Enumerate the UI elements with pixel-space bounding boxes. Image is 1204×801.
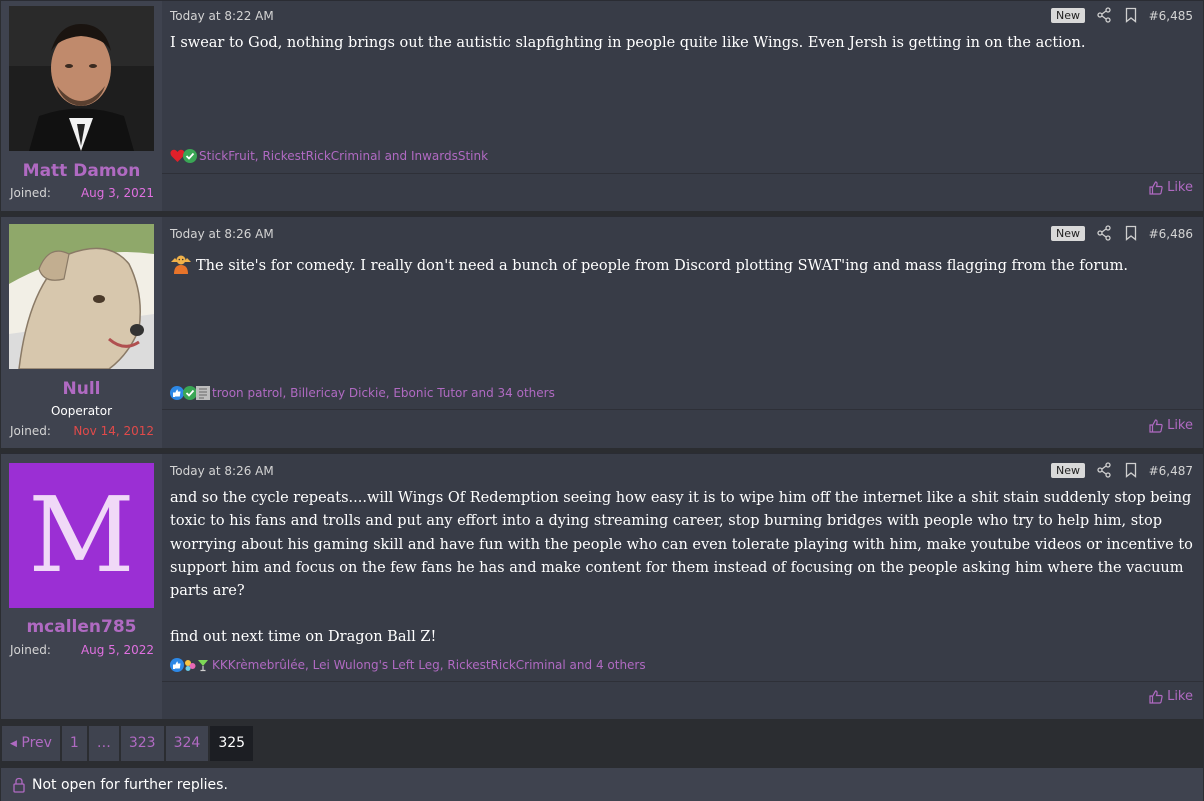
post-number[interactable]: #6,485 xyxy=(1149,9,1193,23)
post: Matt Damon Joined: Aug 3, 2021 Today at … xyxy=(1,0,1203,211)
like-label: Like xyxy=(1167,180,1193,195)
reaction-icons xyxy=(170,658,209,672)
message-paragraph: The site's for comedy. I really don't ne… xyxy=(170,254,1195,278)
newspaper-icon xyxy=(196,386,210,400)
joined-label: Joined: xyxy=(10,424,51,438)
share-icon[interactable] xyxy=(1097,7,1111,23)
lock-icon xyxy=(13,777,25,793)
post-divider xyxy=(162,681,1203,682)
like-icon xyxy=(1149,418,1163,433)
username[interactable]: Matt Damon xyxy=(1,161,162,181)
post-message: I swear to God, nothing brings out the a… xyxy=(170,32,1195,55)
like-button[interactable]: Like xyxy=(1149,689,1193,704)
username[interactable]: mcallen785 xyxy=(1,617,162,637)
shrug-emoji-icon xyxy=(171,255,191,274)
thumbs-up-icon xyxy=(170,386,184,400)
page-ellipsis[interactable]: … xyxy=(88,726,119,761)
post-main: Today at 8:22 AM New #6,485 I swear to G… xyxy=(162,1,1203,211)
thumbs-up-icon xyxy=(170,658,184,672)
like-label: Like xyxy=(1167,418,1193,433)
post-user-panel: M mcallen785 Joined: Aug 5, 2022 xyxy=(1,454,162,719)
prev-label: Prev xyxy=(21,735,52,751)
like-label: Like xyxy=(1167,689,1193,704)
joined-date: Aug 3, 2021 xyxy=(80,186,154,200)
user-title: Ooperator xyxy=(50,404,113,418)
check-icon xyxy=(183,149,197,163)
post-number[interactable]: #6,487 xyxy=(1149,464,1193,478)
reactions-bar[interactable]: troon patrol, Billericay Dickie, Ebonic … xyxy=(170,386,555,400)
page-link[interactable]: 1 xyxy=(61,726,87,761)
new-badge: New xyxy=(1051,463,1085,478)
joined-label: Joined: xyxy=(10,186,51,200)
like-button[interactable]: Like xyxy=(1149,418,1193,433)
current-page[interactable]: 325 xyxy=(210,726,254,761)
pagination: ◀ Prev 1 … 323 324 325 xyxy=(2,726,255,761)
post-number[interactable]: #6,486 xyxy=(1149,227,1193,241)
avatar[interactable] xyxy=(9,224,154,369)
avatar[interactable]: M xyxy=(9,463,154,608)
bookmark-icon[interactable] xyxy=(1125,462,1137,478)
share-icon[interactable] xyxy=(1097,225,1111,241)
post-main: Today at 8:26 AM New #6,486 The site's f… xyxy=(162,217,1203,448)
post: Null Ooperator Joined: Nov 14, 2012 Toda… xyxy=(1,216,1203,448)
post-user-panel: Matt Damon Joined: Aug 3, 2021 xyxy=(1,1,162,211)
new-badge: New xyxy=(1051,226,1085,241)
post: M mcallen785 Joined: Aug 5, 2022 Today a… xyxy=(1,453,1203,719)
prev-page-button[interactable]: ◀ Prev xyxy=(2,726,60,761)
share-icon[interactable] xyxy=(1097,462,1111,478)
like-icon xyxy=(1149,689,1163,704)
page-link[interactable]: 323 xyxy=(120,726,164,761)
username[interactable]: Null xyxy=(1,379,162,399)
post-message: The site's for comedy. I really don't ne… xyxy=(170,254,1195,278)
reactions-text[interactable]: KKKrèmebrûlée, Lei Wulong's Left Leg, Ri… xyxy=(212,658,646,672)
joined-date: Nov 14, 2012 xyxy=(73,424,154,438)
reactions-bar[interactable]: StickFruit, RickestRickCriminal and Inwa… xyxy=(170,149,488,163)
flowers-icon xyxy=(183,658,197,672)
check-icon xyxy=(183,386,197,400)
post-main: Today at 8:26 AM New #6,487 and so the c… xyxy=(162,454,1203,719)
reaction-icons xyxy=(170,149,197,163)
post-message: and so the cycle repeats....will Wings O… xyxy=(170,487,1195,650)
post-time[interactable]: Today at 8:26 AM xyxy=(170,464,274,478)
post-divider xyxy=(162,409,1203,410)
joined-date: Aug 5, 2022 xyxy=(80,643,154,657)
message-text: The site's for comedy. I really don't ne… xyxy=(196,258,1128,274)
like-button[interactable]: Like xyxy=(1149,180,1193,195)
post-time[interactable]: Today at 8:26 AM xyxy=(170,227,274,241)
avatar-letter: M xyxy=(28,474,135,596)
reactions-bar[interactable]: KKKrèmebrûlée, Lei Wulong's Left Leg, Ri… xyxy=(170,658,646,672)
cocktail-icon xyxy=(196,658,210,672)
chevron-left-icon: ◀ xyxy=(10,739,17,749)
like-icon xyxy=(1149,180,1163,195)
avatar[interactable] xyxy=(9,6,154,151)
bookmark-icon[interactable] xyxy=(1125,225,1137,241)
reactions-text[interactable]: troon patrol, Billericay Dickie, Ebonic … xyxy=(212,386,555,400)
bookmark-icon[interactable] xyxy=(1125,7,1137,23)
joined-label: Joined: xyxy=(10,643,51,657)
new-badge: New xyxy=(1051,8,1085,23)
heart-icon xyxy=(170,149,185,163)
thread-status-bar: Not open for further replies. xyxy=(1,768,1203,801)
post-user-panel: Null Ooperator Joined: Nov 14, 2012 xyxy=(1,217,162,448)
message-paragraph: find out next time on Dragon Ball Z! xyxy=(170,629,437,646)
reaction-icons xyxy=(170,386,210,400)
thread-status-text: Not open for further replies. xyxy=(32,776,228,793)
reactions-text[interactable]: StickFruit, RickestRickCriminal and Inwa… xyxy=(199,149,488,163)
message-paragraph: and so the cycle repeats....will Wings O… xyxy=(170,490,1193,600)
page-link[interactable]: 324 xyxy=(165,726,209,761)
post-time[interactable]: Today at 8:22 AM xyxy=(170,9,274,23)
message-paragraph: I swear to God, nothing brings out the a… xyxy=(170,35,1086,51)
post-divider xyxy=(162,173,1203,174)
